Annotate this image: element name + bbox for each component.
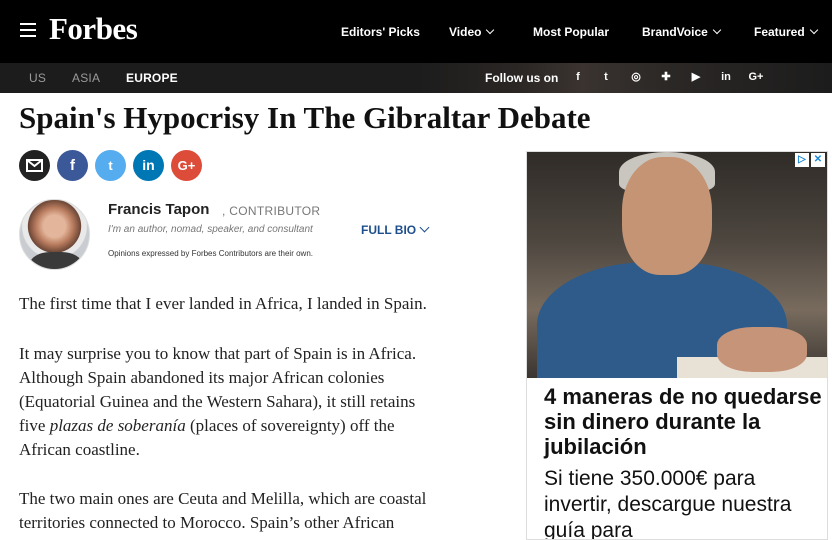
nav-brandvoice[interactable]: BrandVoice	[642, 25, 722, 39]
follow-us-label: Follow us on	[485, 71, 559, 85]
article-paragraph: It may surprise you to know that part of…	[19, 344, 417, 459]
author-name[interactable]: Francis Tapon	[108, 201, 209, 218]
ad-choices-badge[interactable]: ▷ ✕	[795, 153, 825, 167]
edition-bar: US ASIA EUROPE Follow us on f t ◎ ✚ ▶ in…	[0, 63, 832, 93]
hamburger-menu-icon[interactable]	[20, 23, 36, 37]
nav-featured[interactable]: Featured	[754, 25, 818, 39]
snapchat-icon[interactable]: ✚	[658, 69, 674, 85]
nav-video[interactable]: Video	[449, 25, 495, 39]
email-share-icon[interactable]	[19, 150, 50, 181]
ad-title[interactable]: 4 maneras de no quedarse sin dinero dura…	[544, 384, 824, 459]
article-paragraph: The first time that I ever landed in Afr…	[19, 294, 427, 313]
chevron-down-icon	[712, 25, 722, 35]
edition-europe[interactable]: EUROPE	[126, 71, 178, 85]
linkedin-icon[interactable]: in	[718, 69, 734, 85]
twitter-share-icon[interactable]: t	[95, 150, 126, 181]
author-bio: I'm an author, nomad, speaker, and consu…	[108, 224, 313, 235]
ad-image[interactable]	[527, 152, 827, 378]
author-avatar[interactable]	[19, 199, 90, 270]
youtube-icon[interactable]: ▶	[688, 69, 704, 85]
twitter-icon[interactable]: t	[598, 69, 614, 85]
chevron-down-icon	[486, 25, 495, 35]
close-icon[interactable]: ✕	[811, 153, 825, 167]
article-title: Spain's Hypocrisy In The Gibraltar Debat…	[19, 100, 591, 135]
chevron-down-icon	[419, 222, 430, 233]
googleplus-share-icon[interactable]: G+	[171, 150, 202, 181]
googleplus-icon[interactable]: G+	[746, 69, 766, 85]
author-role: , CONTRIBUTOR	[222, 204, 321, 218]
facebook-icon[interactable]: f	[570, 69, 586, 85]
ad-text[interactable]: Si tiene 350.000€ para invertir, descarg…	[544, 466, 824, 539]
adchoices-icon[interactable]: ▷	[795, 153, 809, 167]
advertisement[interactable]: ▷ ✕ 4 maneras de no quedarse sin dinero …	[526, 151, 828, 540]
facebook-share-icon[interactable]: f	[57, 150, 88, 181]
nav-most-popular[interactable]: Most Popular	[533, 25, 609, 39]
chevron-down-icon	[809, 25, 818, 35]
edition-us[interactable]: US	[29, 71, 46, 85]
contributor-disclaimer: Opinions expressed by Forbes Contributor…	[108, 249, 313, 258]
nav-editors-picks[interactable]: Editors' Picks	[341, 25, 420, 39]
article-paragraph: The two main ones are Ceuta and Melilla,…	[19, 489, 427, 532]
full-bio-button[interactable]: FULL BIO	[361, 222, 430, 237]
top-navigation-bar: Forbes Editors' Picks Video Most Popular…	[0, 0, 832, 63]
forbes-logo[interactable]: Forbes	[49, 11, 138, 47]
instagram-icon[interactable]: ◎	[628, 69, 644, 85]
linkedin-share-icon[interactable]: in	[133, 150, 164, 181]
edition-asia[interactable]: ASIA	[72, 71, 100, 85]
